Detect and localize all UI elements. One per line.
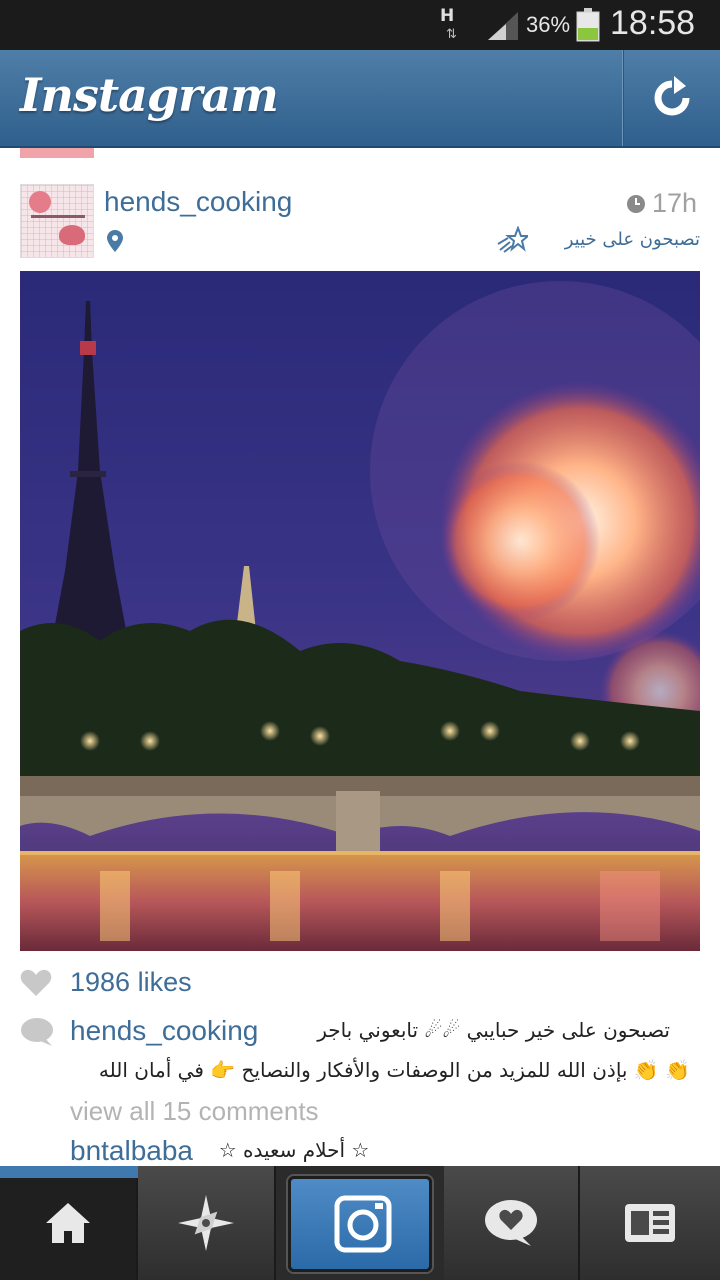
post-location[interactable]: تصبحون على خيير (565, 229, 700, 250)
profile-card-icon (625, 1204, 675, 1242)
teapot-icon (59, 225, 85, 245)
network-type: H (440, 6, 455, 26)
post-photo[interactable] (20, 271, 700, 951)
nav-profile[interactable] (580, 1166, 720, 1280)
caption-text-line2: 👏 👏 بإذن الله للمزيد من الوصفات والأفكار… (98, 1058, 690, 1082)
comment-username[interactable]: bntalbaba (70, 1135, 193, 1167)
avatar-script-line (31, 215, 85, 218)
home-icon (46, 1203, 90, 1243)
camera-icon (334, 1195, 392, 1253)
status-clock: 18:58 (610, 4, 696, 42)
comment-text: ☆ أحلام سعيده ☆ (218, 1138, 370, 1162)
cupcake-icon (29, 191, 51, 213)
battery-percent: 36% (526, 12, 571, 37)
nav-explore[interactable] (138, 1166, 276, 1280)
app-header: Instagram (0, 50, 720, 148)
signal-bars-icon (488, 12, 518, 40)
instagram-logo: Instagram (20, 68, 279, 122)
bottom-nav (0, 1166, 720, 1280)
avatar[interactable] (20, 184, 94, 258)
nav-news[interactable] (444, 1166, 580, 1280)
heart-bubble-icon (485, 1200, 537, 1246)
caption-text-line1: تصبحون على خير حبايبي ☄☄ تابعوني باجر (317, 1018, 670, 1042)
data-arrows-icon: ⇅ (446, 27, 457, 42)
location-pin-icon (107, 230, 123, 252)
battery-icon (576, 8, 600, 42)
refresh-button[interactable] (624, 50, 720, 146)
clock-icon (627, 195, 645, 213)
likes-count[interactable]: 1986 likes (70, 967, 192, 998)
status-bar: H ⇅ 36% 18:58 (0, 0, 720, 50)
refresh-icon (654, 76, 690, 116)
caption-username[interactable]: hends_cooking (70, 1015, 258, 1047)
camera-button[interactable] (288, 1176, 432, 1272)
previous-post-edge (20, 148, 94, 158)
explore-icon (178, 1195, 234, 1251)
nav-active-indicator (0, 1166, 138, 1178)
nav-home[interactable] (0, 1166, 138, 1280)
shooting-star-icon (497, 226, 528, 253)
comment-bubble-icon (21, 1018, 53, 1046)
post-timestamp: 17h (652, 188, 698, 218)
view-all-comments-link[interactable]: view all 15 comments (70, 1096, 319, 1127)
heart-icon[interactable] (20, 969, 52, 997)
post-username[interactable]: hends_cooking (104, 186, 292, 218)
